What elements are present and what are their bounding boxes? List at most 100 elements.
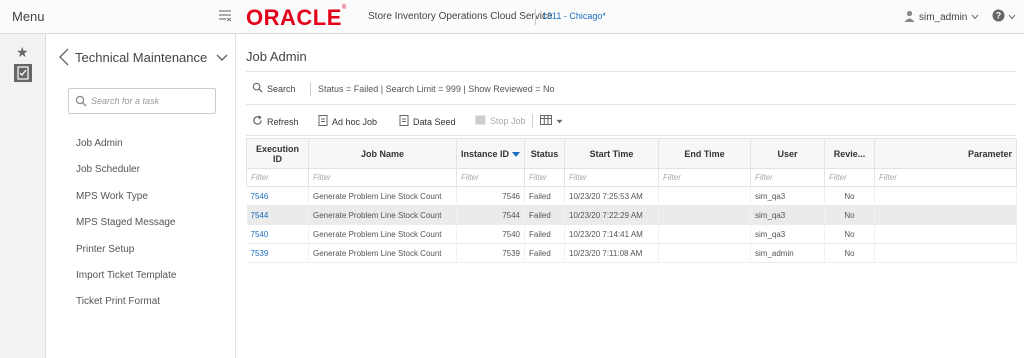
end-time-cell xyxy=(658,205,751,225)
help-menu[interactable]: ? xyxy=(992,9,1016,25)
task-item-job-scheduler[interactable]: Job Scheduler xyxy=(76,162,176,188)
user-cell: sim_qa3 xyxy=(750,224,825,244)
column-header-start-time[interactable]: Start Time xyxy=(564,138,659,169)
task-item-job-admin[interactable]: Job Admin xyxy=(76,136,176,162)
table-row[interactable]: 7546 Generate Problem Line Stock Count 7… xyxy=(246,186,1017,206)
table-row[interactable]: 7539 Generate Problem Line Stock Count 7… xyxy=(246,243,1017,263)
filter-input[interactable]: Filter xyxy=(524,168,565,187)
search-button[interactable]: Search xyxy=(252,82,296,95)
reviewed-cell: No xyxy=(824,243,875,263)
app-title: Store Inventory Operations Cloud Service xyxy=(368,11,553,22)
grid-icon xyxy=(475,115,486,127)
chevron-down-icon[interactable] xyxy=(216,52,228,64)
search-criteria-summary[interactable]: Status = Failed | Search Limit = 999 | S… xyxy=(318,84,555,94)
task-item-printer-setup[interactable]: Printer Setup xyxy=(76,242,176,268)
parameter-cell xyxy=(874,186,1017,206)
column-header-user[interactable]: User xyxy=(750,138,825,169)
job-name-cell: Generate Problem Line Stock Count xyxy=(308,186,457,206)
table-row[interactable]: 7540 Generate Problem Line Stock Count 7… xyxy=(246,224,1017,244)
search-label: Search xyxy=(267,83,296,94)
ad-hoc-job-button[interactable]: Ad hoc Job xyxy=(318,115,377,128)
task-search-input[interactable]: Search for a task xyxy=(68,88,216,114)
parameter-cell xyxy=(874,224,1017,244)
search-icon xyxy=(75,95,87,107)
refresh-button[interactable]: Refresh xyxy=(252,115,299,128)
divider xyxy=(246,71,1016,72)
back-chevron-icon[interactable] xyxy=(58,48,70,66)
refresh-label: Refresh xyxy=(267,116,299,127)
column-header-parameter[interactable]: Parameter xyxy=(874,138,1017,169)
refresh-icon xyxy=(252,115,263,128)
reviewed-cell: No xyxy=(824,224,875,244)
user-icon xyxy=(904,10,915,25)
column-header-instance-id[interactable]: Instance ID xyxy=(456,138,525,169)
end-time-cell xyxy=(658,243,751,263)
divider xyxy=(246,135,1016,136)
filter-input[interactable]: Filter xyxy=(246,168,309,187)
header-row: Execution ID Job Name Instance ID Status… xyxy=(246,138,1017,169)
column-header-reviewed[interactable]: Revie... xyxy=(824,138,875,169)
sort-descending-icon xyxy=(512,151,521,157)
column-header-status[interactable]: Status xyxy=(524,138,565,169)
filter-input[interactable]: Filter xyxy=(750,168,825,187)
reviewed-cell: No xyxy=(824,205,875,225)
columns-menu-button[interactable] xyxy=(540,115,563,127)
top-header: Menu ORACLE® Store Inventory Operations … xyxy=(0,0,1024,34)
filter-input[interactable]: Filter xyxy=(564,168,659,187)
reviewed-cell: No xyxy=(824,186,875,206)
execution-id-link[interactable]: 7544 xyxy=(246,205,309,225)
status-cell: Failed xyxy=(524,186,565,206)
task-search-placeholder: Search for a task xyxy=(91,96,160,106)
columns-icon xyxy=(540,115,552,127)
execution-id-link[interactable]: 7539 xyxy=(246,243,309,263)
task-item-ticket-print-format[interactable]: Ticket Print Format xyxy=(76,294,176,320)
collapse-menu-icon[interactable] xyxy=(218,8,232,24)
column-header-end-time[interactable]: End Time xyxy=(658,138,751,169)
filter-input[interactable]: Filter xyxy=(874,168,1017,187)
start-time-cell: 10/23/20 7:22:29 AM xyxy=(564,205,659,225)
filter-input[interactable]: Filter xyxy=(456,168,525,187)
task-panel-header: Technical Maintenance xyxy=(58,46,228,68)
stop-job-label: Stop Job xyxy=(490,116,526,126)
toolbar-separator xyxy=(532,114,533,128)
store-selector-link[interactable]: 1311 - Chicago* xyxy=(542,11,606,21)
divider xyxy=(246,104,1016,105)
task-item-import-ticket-template[interactable]: Import Ticket Template xyxy=(76,268,176,294)
favorites-star-icon[interactable]: ★ xyxy=(16,44,29,61)
ad-hoc-job-label: Ad hoc Job xyxy=(332,116,378,127)
chevron-down-icon xyxy=(971,12,979,23)
status-cell: Failed xyxy=(524,243,565,263)
job-name-cell: Generate Problem Line Stock Count xyxy=(308,224,457,244)
filter-input[interactable]: Filter xyxy=(308,168,457,187)
filter-row: Filter Filter Filter Filter Filter Filte… xyxy=(246,168,1017,187)
user-name: sim_admin xyxy=(919,12,968,23)
task-item-mps-work-type[interactable]: MPS Work Type xyxy=(76,189,176,215)
execution-id-link[interactable]: 7546 xyxy=(246,186,309,206)
main-content: Job Admin Search Status = Failed | Searc… xyxy=(236,34,1024,358)
task-list: Job Admin Job Scheduler MPS Work Type MP… xyxy=(76,136,176,321)
end-time-cell xyxy=(658,224,751,244)
task-item-mps-staged-message[interactable]: MPS Staged Message xyxy=(76,215,176,241)
column-header-job-name[interactable]: Job Name xyxy=(308,138,457,169)
stop-job-button[interactable]: Stop Job xyxy=(475,115,526,127)
execution-id-link[interactable]: 7540 xyxy=(246,224,309,244)
menu-label: Menu xyxy=(12,9,45,24)
filter-input[interactable]: Filter xyxy=(824,168,875,187)
status-cell: Failed xyxy=(524,205,565,225)
user-menu[interactable]: sim_admin xyxy=(904,10,979,25)
svg-text:?: ? xyxy=(996,11,1002,21)
document-icon xyxy=(318,115,328,128)
filter-input[interactable]: Filter xyxy=(658,168,751,187)
data-seed-button[interactable]: Data Seed xyxy=(399,115,456,128)
task-panel: Technical Maintenance Search for a task … xyxy=(46,34,236,358)
search-icon xyxy=(252,82,263,95)
toolbar: Refresh Ad hoc Job Data Seed Stop Job xyxy=(246,110,1016,134)
job-name-cell: Generate Problem Line Stock Count xyxy=(308,205,457,225)
task-list-icon[interactable] xyxy=(14,64,32,82)
search-criteria-bar: Search Status = Failed | Search Limit = … xyxy=(246,78,1016,104)
user-cell: sim_admin xyxy=(750,243,825,263)
column-header-execution-id[interactable]: Execution ID xyxy=(246,138,309,169)
oracle-logo: ORACLE® xyxy=(246,5,347,30)
left-icon-rail: ★ xyxy=(0,34,46,358)
table-row[interactable]: 7544 Generate Problem Line Stock Count 7… xyxy=(246,205,1017,225)
